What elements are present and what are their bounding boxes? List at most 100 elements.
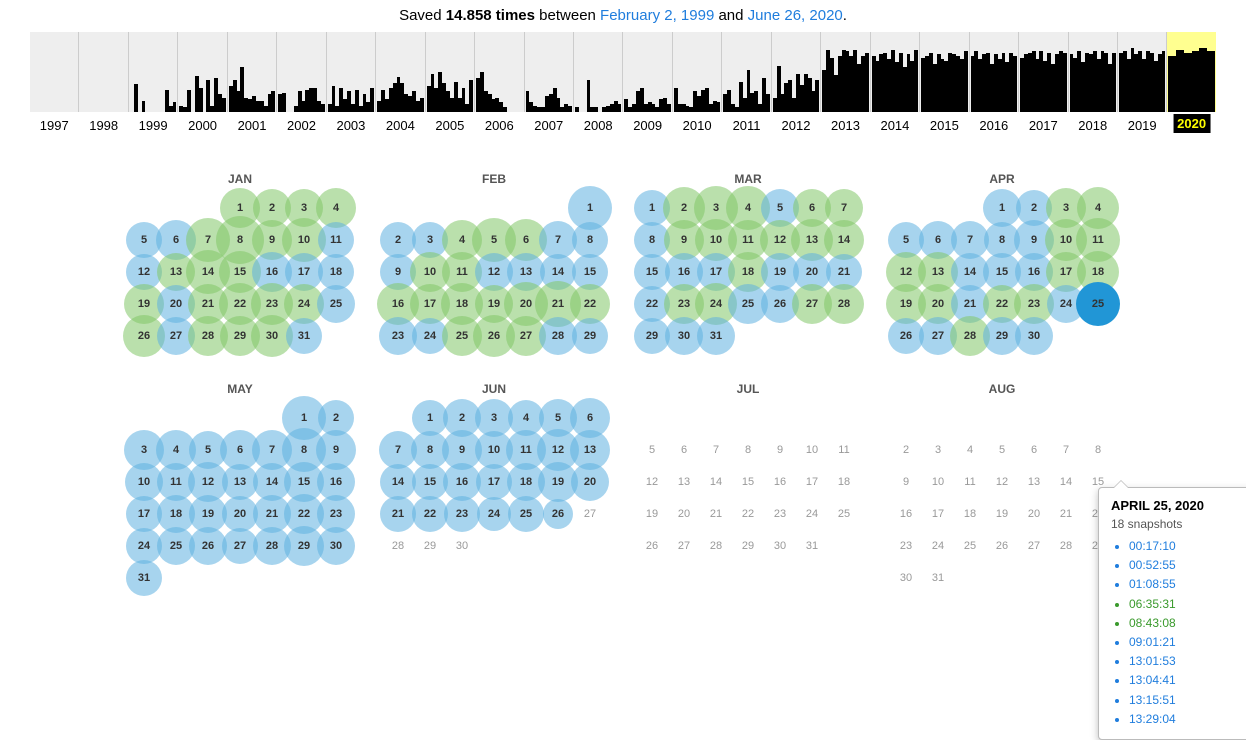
year-2015[interactable]: 2015 [919,32,968,112]
year-2001[interactable]: 2001 [227,32,276,112]
day-jun-25[interactable]: 25 [510,498,542,530]
day-jun-22[interactable]: 22 [414,498,446,530]
year-2007[interactable]: 2007 [524,32,573,112]
year-2006[interactable]: 2006 [474,32,523,112]
day-mar-19[interactable]: 19 [764,256,796,288]
year-2009[interactable]: 2009 [622,32,671,112]
year-2010[interactable]: 2010 [672,32,721,112]
day-feb-28[interactable]: 28 [542,320,574,352]
day-feb-27[interactable]: 27 [510,320,542,352]
day-may-12[interactable]: 12 [192,466,224,498]
day-mar-30[interactable]: 30 [668,320,700,352]
day-apr-15[interactable]: 15 [986,256,1018,288]
year-1999[interactable]: 1999 [128,32,177,112]
day-feb-22[interactable]: 22 [574,288,606,320]
day-feb-2[interactable]: 2 [382,224,414,256]
year-2016[interactable]: 2016 [969,32,1018,112]
day-jun-23[interactable]: 23 [446,498,478,530]
day-mar-31[interactable]: 31 [700,320,732,352]
day-may-24[interactable]: 24 [128,530,160,562]
year-1998[interactable]: 1998 [78,32,127,112]
year-2014[interactable]: 2014 [870,32,919,112]
year-2004[interactable]: 2004 [375,32,424,112]
year-2017[interactable]: 2017 [1018,32,1067,112]
day-may-26[interactable]: 26 [192,530,224,562]
day-may-23[interactable]: 23 [320,498,352,530]
day-apr-30[interactable]: 30 [1018,320,1050,352]
day-feb-12[interactable]: 12 [478,256,510,288]
year-2020[interactable]: 2020 [1166,32,1215,112]
snapshot-link[interactable]: 00:17:10 [1129,537,1246,556]
last-capture-link[interactable]: June 26, 2020 [748,7,843,24]
day-jun-17[interactable]: 17 [478,466,510,498]
snapshot-link[interactable]: 13:29:04 [1129,710,1246,729]
year-2011[interactable]: 2011 [721,32,770,112]
day-may-25[interactable]: 25 [160,530,192,562]
day-apr-29[interactable]: 29 [986,320,1018,352]
day-may-19[interactable]: 19 [192,498,224,530]
day-jan-26[interactable]: 26 [128,320,160,352]
day-jun-15[interactable]: 15 [414,466,446,498]
day-may-20[interactable]: 20 [224,498,256,530]
day-jun-26[interactable]: 26 [542,498,574,530]
snapshot-link[interactable]: 00:52:55 [1129,556,1246,575]
year-sparkline[interactable]: 1997199819992000200120022003200420052006… [30,32,1216,112]
day-jun-19[interactable]: 19 [542,466,574,498]
first-capture-link[interactable]: February 2, 1999 [600,7,714,24]
year-2005[interactable]: 2005 [425,32,474,112]
day-may-30[interactable]: 30 [320,530,352,562]
day-may-17[interactable]: 17 [128,498,160,530]
year-2013[interactable]: 2013 [820,32,869,112]
day-apr-1[interactable]: 1 [986,192,1018,224]
snapshot-link[interactable]: 08:43:08 [1129,614,1246,633]
day-mar-25[interactable]: 25 [732,288,764,320]
day-jun-1[interactable]: 1 [414,402,446,434]
day-may-4[interactable]: 4 [160,434,192,466]
day-may-31[interactable]: 31 [128,562,160,594]
day-mar-29[interactable]: 29 [636,320,668,352]
day-apr-26[interactable]: 26 [890,320,922,352]
day-feb-8[interactable]: 8 [574,224,606,256]
day-jun-20[interactable]: 20 [574,466,606,498]
day-may-29[interactable]: 29 [288,530,320,562]
day-feb-1[interactable]: 1 [574,192,606,224]
day-jan-4[interactable]: 4 [320,192,352,224]
day-jan-30[interactable]: 30 [256,320,288,352]
day-jun-7[interactable]: 7 [382,434,414,466]
day-jan-31[interactable]: 31 [288,320,320,352]
year-2018[interactable]: 2018 [1068,32,1117,112]
year-2008[interactable]: 2008 [573,32,622,112]
year-2000[interactable]: 2000 [177,32,226,112]
snapshot-link[interactable]: 13:04:41 [1129,671,1246,690]
day-apr-25[interactable]: 25 [1082,288,1114,320]
day-jun-9[interactable]: 9 [446,434,478,466]
snapshot-link[interactable]: 06:35:31 [1129,595,1246,614]
day-jun-21[interactable]: 21 [382,498,414,530]
snapshot-link[interactable]: 13:15:51 [1129,691,1246,710]
day-apr-23[interactable]: 23 [1018,288,1050,320]
snapshot-link[interactable]: 13:01:53 [1129,652,1246,671]
day-may-18[interactable]: 18 [160,498,192,530]
day-may-9[interactable]: 9 [320,434,352,466]
day-feb-6[interactable]: 6 [510,224,542,256]
day-jun-13[interactable]: 13 [574,434,606,466]
year-1997[interactable]: 1997 [30,32,78,112]
day-apr-20[interactable]: 20 [922,288,954,320]
day-may-13[interactable]: 13 [224,466,256,498]
day-mar-28[interactable]: 28 [828,288,860,320]
year-2003[interactable]: 2003 [326,32,375,112]
day-apr-14[interactable]: 14 [954,256,986,288]
day-may-10[interactable]: 10 [128,466,160,498]
day-jun-3[interactable]: 3 [478,402,510,434]
day-feb-7[interactable]: 7 [542,224,574,256]
day-mar-14[interactable]: 14 [828,224,860,256]
day-jan-24[interactable]: 24 [288,288,320,320]
day-jan-11[interactable]: 11 [320,224,352,256]
day-jun-16[interactable]: 16 [446,466,478,498]
snapshot-link[interactable]: 09:01:21 [1129,633,1246,652]
snapshot-link[interactable]: 01:08:55 [1129,575,1246,594]
year-2012[interactable]: 2012 [771,32,820,112]
day-feb-23[interactable]: 23 [382,320,414,352]
year-2002[interactable]: 2002 [276,32,325,112]
day-jun-14[interactable]: 14 [382,466,414,498]
